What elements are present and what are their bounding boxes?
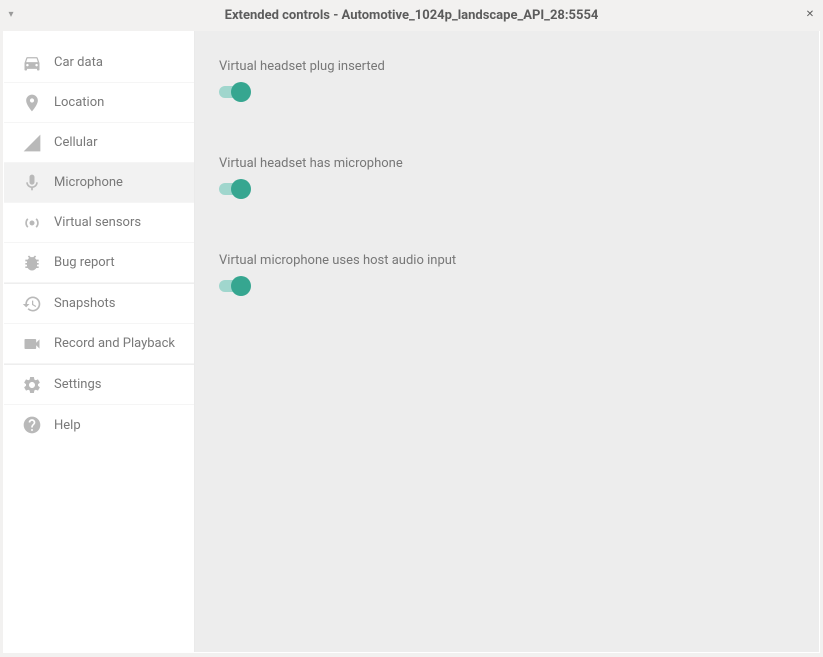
sidebar: Car data Location Cellular Microphone Vi — [4, 31, 195, 652]
sidebar-item-label: Microphone — [54, 175, 123, 190]
close-icon[interactable]: ✕ — [803, 8, 817, 22]
sidebar-item-help[interactable]: Help — [4, 405, 194, 445]
sidebar-item-car-data[interactable]: Car data — [4, 43, 194, 83]
toggle-host-audio[interactable] — [219, 276, 249, 296]
bug-icon — [22, 253, 42, 273]
toggle-headset-microphone[interactable] — [219, 179, 249, 199]
sidebar-item-label: Cellular — [54, 135, 97, 150]
microphone-icon — [22, 173, 42, 193]
sidebar-item-label: Location — [54, 95, 104, 110]
videocam-icon — [22, 334, 42, 354]
sidebar-item-label: Record and Playback — [54, 336, 175, 351]
toggle-thumb — [231, 82, 251, 102]
sidebar-item-label: Bug report — [54, 255, 115, 270]
help-icon — [22, 415, 42, 435]
sidebar-item-virtual-sensors[interactable]: Virtual sensors — [4, 203, 194, 243]
car-icon — [22, 53, 42, 73]
gear-icon — [22, 375, 42, 395]
location-pin-icon — [22, 93, 42, 113]
window-body: Car data Location Cellular Microphone Vi — [3, 31, 820, 653]
setting-headset-microphone: Virtual headset has microphone — [219, 156, 795, 203]
history-icon — [22, 294, 42, 314]
sidebar-item-label: Snapshots — [54, 296, 116, 311]
sidebar-item-bug-report[interactable]: Bug report — [4, 243, 194, 283]
setting-label: Virtual headset plug inserted — [219, 59, 795, 74]
window-control-left[interactable]: ▾ — [6, 10, 16, 20]
sensors-icon — [22, 213, 42, 233]
sidebar-item-record-playback[interactable]: Record and Playback — [4, 324, 194, 364]
sidebar-item-settings[interactable]: Settings — [4, 365, 194, 405]
setting-label: Virtual headset has microphone — [219, 156, 795, 171]
content-panel: Virtual headset plug inserted Virtual he… — [195, 31, 819, 652]
setting-label: Virtual microphone uses host audio input — [219, 253, 795, 268]
sidebar-item-cellular[interactable]: Cellular — [4, 123, 194, 163]
sidebar-item-label: Virtual sensors — [54, 215, 141, 230]
sidebar-item-label: Help — [54, 418, 81, 433]
toggle-thumb — [231, 179, 251, 199]
sidebar-item-location[interactable]: Location — [4, 83, 194, 123]
sidebar-item-label: Settings — [54, 377, 101, 392]
sidebar-item-snapshots[interactable]: Snapshots — [4, 284, 194, 324]
toggle-thumb — [231, 276, 251, 296]
signal-icon — [22, 133, 42, 153]
setting-host-audio: Virtual microphone uses host audio input — [219, 253, 795, 300]
titlebar: ▾ Extended controls - Automotive_1024p_l… — [0, 0, 823, 31]
toggle-headset-plug[interactable] — [219, 82, 249, 102]
sidebar-item-label: Car data — [54, 55, 103, 70]
window-title: Extended controls - Automotive_1024p_lan… — [225, 8, 599, 23]
sidebar-item-microphone[interactable]: Microphone — [4, 163, 194, 203]
setting-headset-plug: Virtual headset plug inserted — [219, 59, 795, 106]
